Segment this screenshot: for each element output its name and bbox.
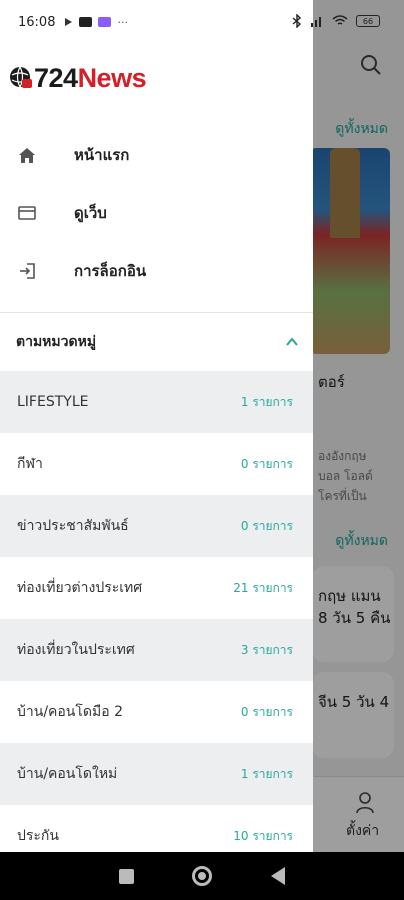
menu-item-home[interactable]: หน้าแรก [0, 126, 313, 184]
category-row[interactable]: บ้าน/คอนโดใหม่ 1 รายการ [0, 743, 313, 805]
status-right-icons: 66 [292, 14, 380, 28]
category-count: 0 รายการ [240, 704, 293, 719]
category-count: 21 รายการ [233, 580, 293, 595]
app-logo: 724News [0, 44, 313, 112]
category-name: บ้าน/คอนโดมือ 2 [17, 704, 123, 720]
wifi-icon [332, 15, 348, 25]
category-row[interactable]: ท่องเที่ยวในประเทศ 3 รายการ [0, 619, 313, 681]
bluetooth-icon [292, 14, 302, 28]
category-row[interactable]: ประกัน 10 รายการ [0, 805, 313, 852]
back-button[interactable] [270, 867, 285, 885]
signal-icon [311, 17, 321, 27]
category-count: 1 รายการ [240, 766, 293, 781]
category-row[interactable]: LIFESTYLE 1 รายการ [0, 371, 313, 433]
battery-icon: 66 [356, 15, 380, 27]
menu-label: หน้าแรก [74, 146, 130, 164]
app-notification-icon [98, 17, 112, 27]
menu-label: การล็อกอิน [74, 262, 147, 280]
category-name: LIFESTYLE [17, 394, 89, 410]
category-row[interactable]: กีฬา 0 รายการ [0, 433, 313, 495]
home-icon [16, 144, 38, 166]
navigation-drawer: 16:08 ··· 724News หน้าแรก ดูเว็บ การล็อก… [0, 0, 313, 852]
category-row[interactable]: ข่าวประชาสัมพันธ์ 0 รายการ [0, 495, 313, 557]
menu-item-login[interactable]: การล็อกอิน [0, 242, 313, 300]
category-count: 0 รายการ [240, 456, 293, 471]
category-name: ท่องเที่ยวในประเทศ [17, 642, 135, 658]
status-bar: 16:08 ··· [0, 0, 313, 44]
status-time: 16:08 [18, 14, 56, 30]
category-count: 3 รายการ [240, 642, 293, 657]
play-icon [65, 18, 73, 26]
category-list: LIFESTYLE 1 รายการ กีฬา 0 รายการ ข่าวประ… [0, 371, 313, 852]
more-notifications-icon: ··· [117, 15, 128, 29]
home-button[interactable] [192, 866, 213, 886]
logo-text: 724News [34, 62, 147, 93]
login-icon [16, 260, 38, 282]
categories-section-header[interactable]: ตามหมวดหมู่ [0, 313, 313, 371]
category-name: บ้าน/คอนโดใหม่ [17, 766, 118, 782]
category-count: 1 รายการ [240, 394, 293, 409]
system-navigation-bar [0, 852, 404, 900]
browser-icon [16, 202, 38, 224]
youtube-icon [79, 17, 93, 27]
category-name: กีฬา [17, 456, 43, 472]
chevron-up-icon[interactable] [285, 335, 299, 349]
category-name: ข่าวประชาสัมพันธ์ [17, 518, 129, 534]
section-title: ตามหมวดหมู่ [16, 334, 97, 350]
category-row[interactable]: บ้าน/คอนโดมือ 2 0 รายการ [0, 681, 313, 743]
category-row[interactable]: ท่องเที่ยวต่างประเทศ 21 รายการ [0, 557, 313, 619]
category-name: ประกัน [17, 828, 59, 844]
drawer-menu: หน้าแรก ดูเว็บ การล็อกอิน [0, 112, 313, 300]
menu-label: ดูเว็บ [74, 204, 107, 222]
menu-item-web[interactable]: ดูเว็บ [0, 184, 313, 242]
category-count: 0 รายการ [240, 518, 293, 533]
category-name: ท่องเที่ยวต่างประเทศ [17, 580, 143, 596]
recents-button[interactable] [119, 868, 135, 884]
category-count: 10 รายการ [233, 828, 293, 843]
globe-icon [10, 66, 32, 88]
